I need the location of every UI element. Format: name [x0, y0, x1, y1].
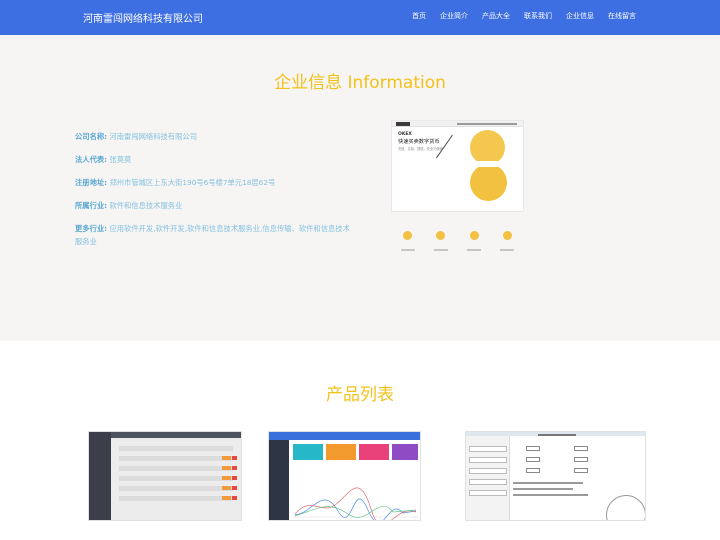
panel-item [469, 446, 507, 452]
panel-item [469, 479, 507, 485]
table-row [119, 456, 233, 461]
panel-item [469, 468, 507, 474]
website-screenshot: OKEX 快速买卖数字货币 充值、交易、提现，安全又便捷 [391, 120, 524, 212]
delete-button [232, 476, 237, 480]
delete-button [232, 466, 237, 470]
screenshot-logo [396, 122, 410, 126]
field-industry: 所属行业: 软件和信息技术服务业 [75, 199, 355, 212]
info-fields: 公司名称: 河南雷闯网络科技有限公司 法人代表: 张莫莫 注册地址: 郑州市管城… [75, 130, 355, 258]
field-value: 应用软件开发,软件开发,软件和信息技术服务业,信息传输、软件和信息技术服务业 [75, 224, 350, 246]
form-text-line [513, 488, 573, 490]
nav-products[interactable]: 产品大全 [482, 11, 510, 21]
delete-button [232, 486, 237, 490]
section-title: 企业信息 Information [274, 73, 446, 93]
products-title: 产品列表 [326, 385, 394, 405]
edit-button [222, 476, 231, 480]
edit-button [222, 486, 231, 490]
dashboard-header [269, 432, 420, 440]
feature-item [393, 225, 423, 251]
form-input [526, 457, 540, 462]
coin-graphic-top [470, 130, 505, 165]
nav-message[interactable]: 在线留言 [608, 11, 636, 21]
screenshot-nav [457, 123, 517, 125]
admin-topbar [111, 432, 241, 438]
field-value: 河南雷闯网络科技有限公司 [109, 132, 197, 141]
panel-item [469, 490, 507, 496]
table-row [119, 486, 233, 491]
chart-icon [403, 231, 413, 240]
shield-icon [502, 231, 512, 240]
field-legal-rep: 法人代表: 张莫莫 [75, 153, 355, 166]
nav-company-info[interactable]: 企业信息 [566, 11, 594, 21]
table-row [119, 446, 233, 451]
form-input [526, 468, 540, 473]
form-left-panel [466, 436, 510, 520]
edit-button [222, 496, 231, 500]
feature-icons-row [391, 225, 524, 251]
company-info-section: 企业信息 Information 公司名称: 河南雷闯网络科技有限公司 法人代表… [0, 35, 720, 341]
product-card-admin-table[interactable] [88, 431, 242, 521]
stat-tile [392, 444, 418, 460]
table-row [119, 476, 233, 481]
product-card-dashboard[interactable] [268, 431, 421, 521]
hero-subtitle: 充值、交易、提现，安全又便捷 [398, 147, 443, 151]
top-navbar: 河南雷闯网络科技有限公司 首页 企业简介 产品大全 联系我们 企业信息 在线留言 [0, 0, 720, 35]
hero-title: 快速买卖数字货币 [398, 139, 440, 145]
form-text-line [513, 482, 583, 484]
brand-title[interactable]: 河南雷闯网络科技有限公司 [83, 10, 203, 25]
feature-item [492, 225, 522, 251]
panel-item [469, 457, 507, 463]
field-address: 注册地址: 郑州市管城区上东大街190号6号楼7单元18层62号 [75, 176, 355, 189]
edit-button [222, 456, 231, 460]
form-input [574, 446, 588, 451]
dashboard-sidebar [269, 440, 289, 520]
line-chart-graphic [293, 487, 418, 520]
stat-tile [359, 444, 389, 460]
table-row [119, 466, 233, 471]
nav-contact[interactable]: 联系我们 [524, 11, 552, 21]
layers-icon [436, 231, 446, 240]
feature-item [426, 225, 456, 251]
form-input [574, 457, 588, 462]
feature-item [459, 225, 489, 251]
field-label: 注册地址: [75, 178, 108, 187]
stat-tile [293, 444, 323, 460]
field-value: 张莫莫 [109, 155, 132, 164]
hero-heading: OKEX [398, 132, 412, 137]
field-label: 所属行业: [75, 201, 108, 210]
field-more-industry: 更多行业: 应用软件开发,软件开发,软件和信息技术服务业,信息传输、软件和信息技… [75, 222, 355, 248]
delete-button [232, 456, 237, 460]
form-input [526, 446, 540, 451]
field-label: 更多行业: [75, 224, 108, 233]
product-card-form[interactable] [465, 431, 646, 521]
form-input [574, 468, 588, 473]
coin-divider [472, 161, 504, 167]
form-heading [538, 434, 576, 436]
edit-button [222, 466, 231, 470]
field-value: 郑州市管城区上东大街190号6号楼7单元18层62号 [109, 178, 276, 187]
screenshot-hero-text: OKEX 快速买卖数字货币 充值、交易、提现，安全又便捷 [398, 132, 455, 158]
field-label: 法人代表: [75, 155, 108, 164]
delete-button [232, 496, 237, 500]
globe-icon [469, 231, 479, 240]
nav-about[interactable]: 企业简介 [440, 11, 468, 21]
form-text-line [513, 494, 588, 496]
admin-sidebar [89, 432, 111, 520]
stat-tile [326, 444, 356, 460]
stamp-graphic [606, 495, 645, 520]
table-row [119, 496, 233, 501]
field-company-name: 公司名称: 河南雷闯网络科技有限公司 [75, 130, 355, 143]
field-value: 软件和信息技术服务业 [109, 201, 183, 210]
main-nav: 首页 企业简介 产品大全 联系我们 企业信息 在线留言 [412, 11, 636, 21]
nav-home[interactable]: 首页 [412, 11, 426, 21]
coin-graphic-bottom [470, 164, 507, 201]
field-label: 公司名称: [75, 132, 108, 141]
